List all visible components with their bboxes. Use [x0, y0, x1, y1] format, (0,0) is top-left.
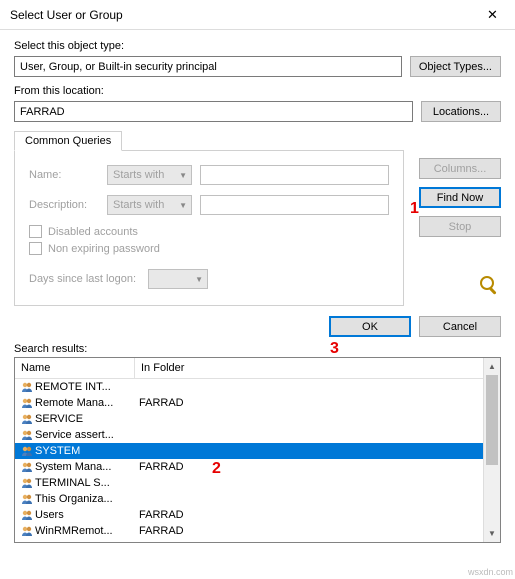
- annotation-3: 3: [330, 340, 339, 358]
- column-header-name[interactable]: Name: [15, 358, 135, 378]
- disabled-accounts-checkbox: [29, 225, 42, 238]
- list-item-name: This Organiza...: [35, 493, 135, 505]
- annotation-1: 1: [410, 200, 419, 218]
- find-now-button[interactable]: Find Now: [419, 187, 501, 208]
- cancel-button[interactable]: Cancel: [419, 316, 501, 337]
- list-item[interactable]: Service assert...: [15, 427, 500, 443]
- list-item[interactable]: SYSTEM: [15, 443, 500, 459]
- object-type-label: Select this object type:: [14, 40, 501, 52]
- disabled-accounts-label: Disabled accounts: [48, 226, 138, 238]
- list-item[interactable]: REMOTE INT...: [15, 379, 500, 395]
- group-icon: [19, 460, 35, 474]
- description-input: [200, 195, 389, 215]
- close-icon: ✕: [487, 7, 498, 23]
- column-header-folder[interactable]: In Folder: [135, 358, 500, 378]
- description-label: Description:: [29, 199, 99, 211]
- tab-common-queries[interactable]: Common Queries: [14, 131, 122, 151]
- list-item-name: Users: [35, 509, 135, 521]
- chevron-down-icon: ▼: [179, 201, 187, 210]
- list-item-folder: FARRAD: [135, 525, 500, 537]
- stop-button: Stop: [419, 216, 501, 237]
- object-type-input[interactable]: [14, 56, 402, 77]
- name-input: [200, 165, 389, 185]
- annotation-2: 2: [212, 460, 221, 478]
- group-icon: [19, 396, 35, 410]
- search-results-label: Search results:: [14, 343, 501, 355]
- scroll-down-icon[interactable]: ▼: [484, 525, 500, 542]
- desc-match-combo: Starts with ▼: [107, 195, 192, 215]
- chevron-down-icon: ▼: [195, 275, 203, 284]
- list-item[interactable]: Remote Mana...FARRAD: [15, 395, 500, 411]
- results-list[interactable]: Name In Folder REMOTE INT... Remote Mana.…: [14, 357, 501, 543]
- locations-button[interactable]: Locations...: [421, 101, 501, 122]
- list-item[interactable]: SERVICE: [15, 411, 500, 427]
- non-expiring-pw-label: Non expiring password: [48, 243, 160, 255]
- list-item-folder: FARRAD: [135, 397, 500, 409]
- location-label: From this location:: [14, 85, 501, 97]
- ok-button[interactable]: OK: [329, 316, 411, 337]
- scroll-thumb[interactable]: [486, 375, 498, 465]
- list-item[interactable]: UsersFARRAD: [15, 507, 500, 523]
- list-item[interactable]: This Organiza...: [15, 491, 500, 507]
- list-item[interactable]: WinRMRemot...FARRAD: [15, 523, 500, 539]
- days-since-logon-label: Days since last logon:: [29, 273, 136, 285]
- list-item-name: System Mana...: [35, 461, 135, 473]
- watermark: wsxdn.com: [468, 567, 513, 577]
- list-item-name: REMOTE INT...: [35, 381, 135, 393]
- name-label: Name:: [29, 169, 99, 181]
- group-icon: [19, 380, 35, 394]
- columns-button: Columns...: [419, 158, 501, 179]
- list-item[interactable]: TERMINAL S...: [15, 475, 500, 491]
- group-icon: [19, 412, 35, 426]
- group-icon: [19, 444, 35, 458]
- list-item-name: WinRMRemot...: [35, 525, 135, 537]
- group-icon: [19, 524, 35, 538]
- scroll-up-icon[interactable]: ▲: [484, 358, 500, 375]
- group-icon: [19, 508, 35, 522]
- chevron-down-icon: ▼: [179, 171, 187, 180]
- group-icon: [19, 476, 35, 490]
- titlebar: Select User or Group ✕: [0, 0, 515, 30]
- list-item[interactable]: System Mana...FARRAD: [15, 459, 500, 475]
- list-item-name: Remote Mana...: [35, 397, 135, 409]
- group-icon: [19, 428, 35, 442]
- list-item-name: SYSTEM: [35, 445, 135, 457]
- non-expiring-pw-checkbox: [29, 242, 42, 255]
- queries-panel: Name: Starts with ▼ Description: Starts …: [14, 150, 404, 306]
- list-item-folder: FARRAD: [135, 461, 500, 473]
- list-item-name: Service assert...: [35, 429, 135, 441]
- list-item-folder: FARRAD: [135, 509, 500, 521]
- list-item-name: SERVICE: [35, 413, 135, 425]
- location-input[interactable]: [14, 101, 413, 122]
- name-match-combo: Starts with ▼: [107, 165, 192, 185]
- days-since-logon-combo: ▼: [148, 269, 208, 289]
- object-types-button[interactable]: Object Types...: [410, 56, 501, 77]
- window-title: Select User or Group: [10, 8, 470, 22]
- group-icon: [19, 492, 35, 506]
- list-item-name: TERMINAL S...: [35, 477, 135, 489]
- results-scrollbar[interactable]: ▲ ▼: [483, 358, 500, 542]
- close-button[interactable]: ✕: [470, 0, 515, 30]
- magnifier-icon: [477, 273, 501, 297]
